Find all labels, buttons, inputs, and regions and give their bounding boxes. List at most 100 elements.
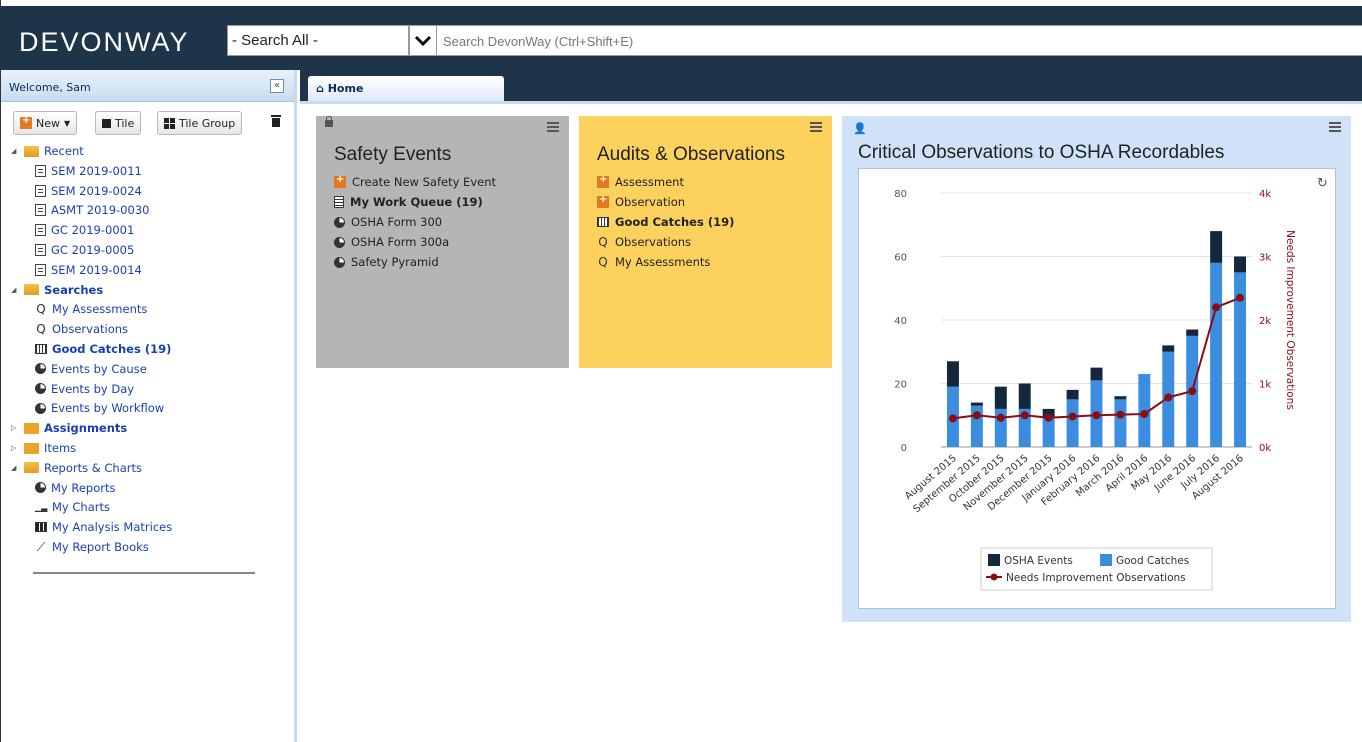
tree-item[interactable]: ⟋ My Report Books — [35, 538, 149, 556]
tree-item[interactable]: ▁▃ My Charts — [35, 498, 110, 516]
new-icon — [597, 194, 609, 208]
tile-link-label: Good Catches (19) — [615, 215, 735, 229]
clipboard-icon — [334, 196, 344, 208]
tree-item[interactable]: SEM 2019-0024 — [35, 182, 142, 200]
tree-folder[interactable]: ▷ Items — [11, 439, 76, 457]
tab-strip: ⌂ Home — [300, 70, 1362, 101]
pie-icon — [334, 216, 345, 228]
search-scope-select[interactable]: - Search All - — [227, 25, 409, 56]
bar-osha-events — [1234, 256, 1247, 273]
tree-label: Searches — [44, 282, 104, 297]
new-button[interactable]: New ▼ — [13, 111, 78, 135]
y-tick-label: 80 — [894, 189, 907, 200]
needs-improvement-point — [1236, 293, 1245, 302]
document-icon — [35, 244, 46, 256]
tile-title: Safety Events — [334, 144, 452, 165]
y2-tick-label: 3k — [1259, 253, 1271, 264]
expanded-arrow-icon[interactable]: ◢ — [11, 147, 19, 155]
y2-tick-label: 1k — [1259, 380, 1271, 391]
bar-good-catches — [1066, 399, 1079, 447]
legend-label: OSHA Events — [1004, 555, 1073, 567]
tree-item[interactable]: My Reports — [35, 479, 116, 497]
tile-button[interactable]: Tile — [95, 111, 142, 135]
tree-label: Reports & Charts — [44, 460, 142, 475]
tree-item[interactable]: Events by Cause — [35, 360, 147, 378]
collapsed-arrow-icon[interactable]: ▷ — [11, 444, 19, 452]
pie-chart-icon — [35, 482, 46, 494]
needs-improvement-point — [1092, 411, 1101, 420]
tree-folder[interactable]: ◢ Searches — [11, 281, 103, 299]
tree-item[interactable]: SEM 2019-0014 — [35, 261, 142, 279]
scope-dropdown-button[interactable] — [409, 25, 437, 56]
chart-tile: 👤 Critical Observations to OSHA Recordab… — [842, 116, 1351, 622]
tree-folder[interactable]: ▷ Assignments — [11, 419, 127, 437]
safety-events-tile: Safety Events Create New Safety Event My … — [316, 116, 569, 368]
y2-tick-label: 2k — [1259, 316, 1271, 327]
tree-label: GC 2019-0001 — [51, 223, 135, 238]
tile-link[interactable]: My Work Queue (19) — [334, 192, 496, 212]
tab-home-label: Home — [327, 82, 364, 95]
tile-link[interactable]: Q Observations — [597, 232, 734, 252]
caret-down-icon: ▼ — [64, 118, 71, 128]
tile-link[interactable]: Create New Safety Event — [334, 172, 496, 192]
bar-good-catches — [1210, 262, 1223, 447]
tree-label: SEM 2019-0014 — [51, 262, 142, 277]
new-button-label: New — [36, 116, 60, 130]
collapsed-arrow-icon[interactable]: ▷ — [11, 424, 19, 432]
tab-home[interactable]: ⌂ Home — [308, 76, 504, 101]
tree-label: Events by Cause — [51, 361, 147, 376]
tree-item[interactable]: GC 2019-0005 — [35, 241, 134, 259]
tree-folder[interactable]: ◢ Recent — [11, 142, 84, 160]
tile-icon — [102, 118, 111, 128]
sidebar-toolbar: New ▼ Tile Tile Group — [1, 102, 294, 142]
tile-link-label: Assessment — [615, 175, 684, 189]
folder-icon — [24, 442, 39, 454]
matrix-icon — [35, 522, 47, 533]
app-logo[interactable]: DEVONWAY — [19, 27, 190, 58]
global-search-input[interactable]: Search DevonWay (Ctrl+Shift+E) — [437, 25, 1362, 56]
tile-link[interactable]: OSHA Form 300 — [334, 212, 496, 232]
new-icon — [597, 174, 609, 188]
tile-title: Audits & Observations — [597, 144, 785, 165]
tree-label: Events by Day — [51, 381, 135, 396]
collapse-sidebar-button[interactable]: « — [270, 79, 284, 93]
tree-item[interactable]: SEM 2019-0011 — [35, 162, 142, 180]
tree-item[interactable]: Q Observations — [35, 320, 128, 338]
lock-icon — [325, 116, 333, 127]
tile-link-label: My Work Queue (19) — [350, 195, 483, 209]
tile-link[interactable]: Observation — [597, 192, 734, 212]
tile-group-button[interactable]: Tile Group — [157, 111, 243, 135]
welcome-bar: Welcome, Sam « — [1, 70, 294, 102]
tile-link[interactable]: Good Catches (19) — [597, 212, 734, 232]
bar-good-catches — [1042, 418, 1055, 447]
chart-container: 0 20 40 60 80 0k 1k 2k 3k 4k August 2015 September … — [858, 168, 1336, 609]
tree-item[interactable]: GC 2019-0001 — [35, 221, 134, 239]
trash-icon[interactable] — [271, 115, 281, 127]
bar-osha-events — [1162, 345, 1175, 352]
search-icon: Q — [598, 235, 608, 249]
tree-item[interactable]: Events by Workflow — [35, 399, 164, 417]
legend-swatch-good-catches — [1100, 554, 1112, 566]
tree-item[interactable]: My Analysis Matrices — [35, 518, 172, 536]
tree-folder[interactable]: ◢ Reports & Charts — [11, 459, 142, 477]
needs-improvement-point — [1140, 409, 1149, 418]
tile-link[interactable]: Safety Pyramid — [334, 252, 496, 272]
tile-menu-icon[interactable] — [547, 122, 559, 132]
tree-item[interactable]: Events by Day — [35, 380, 134, 398]
tile-menu-icon[interactable] — [810, 122, 822, 132]
tree-item[interactable]: ASMT 2019-0030 — [35, 201, 149, 219]
folder-icon — [24, 462, 39, 474]
tree-item[interactable]: Q My Assessments — [35, 300, 147, 318]
tile-link-label: My Assessments — [615, 255, 711, 269]
expanded-arrow-icon[interactable]: ◢ — [11, 286, 19, 294]
tile-link[interactable]: Q My Assessments — [597, 252, 734, 272]
tile-link[interactable]: Assessment — [597, 172, 734, 192]
new-icon — [20, 115, 32, 129]
tree-label: Events by Workflow — [51, 401, 165, 416]
expanded-arrow-icon[interactable]: ◢ — [11, 464, 19, 472]
tree-item[interactable]: Good Catches (19) — [35, 340, 171, 358]
app-window: DEVONWAY - Search All - Search DevonWay … — [0, 0, 1362, 742]
tile-menu-icon[interactable] — [1329, 122, 1341, 132]
tile-link[interactable]: OSHA Form 300a — [334, 232, 496, 252]
bar-osha-events — [946, 361, 959, 387]
